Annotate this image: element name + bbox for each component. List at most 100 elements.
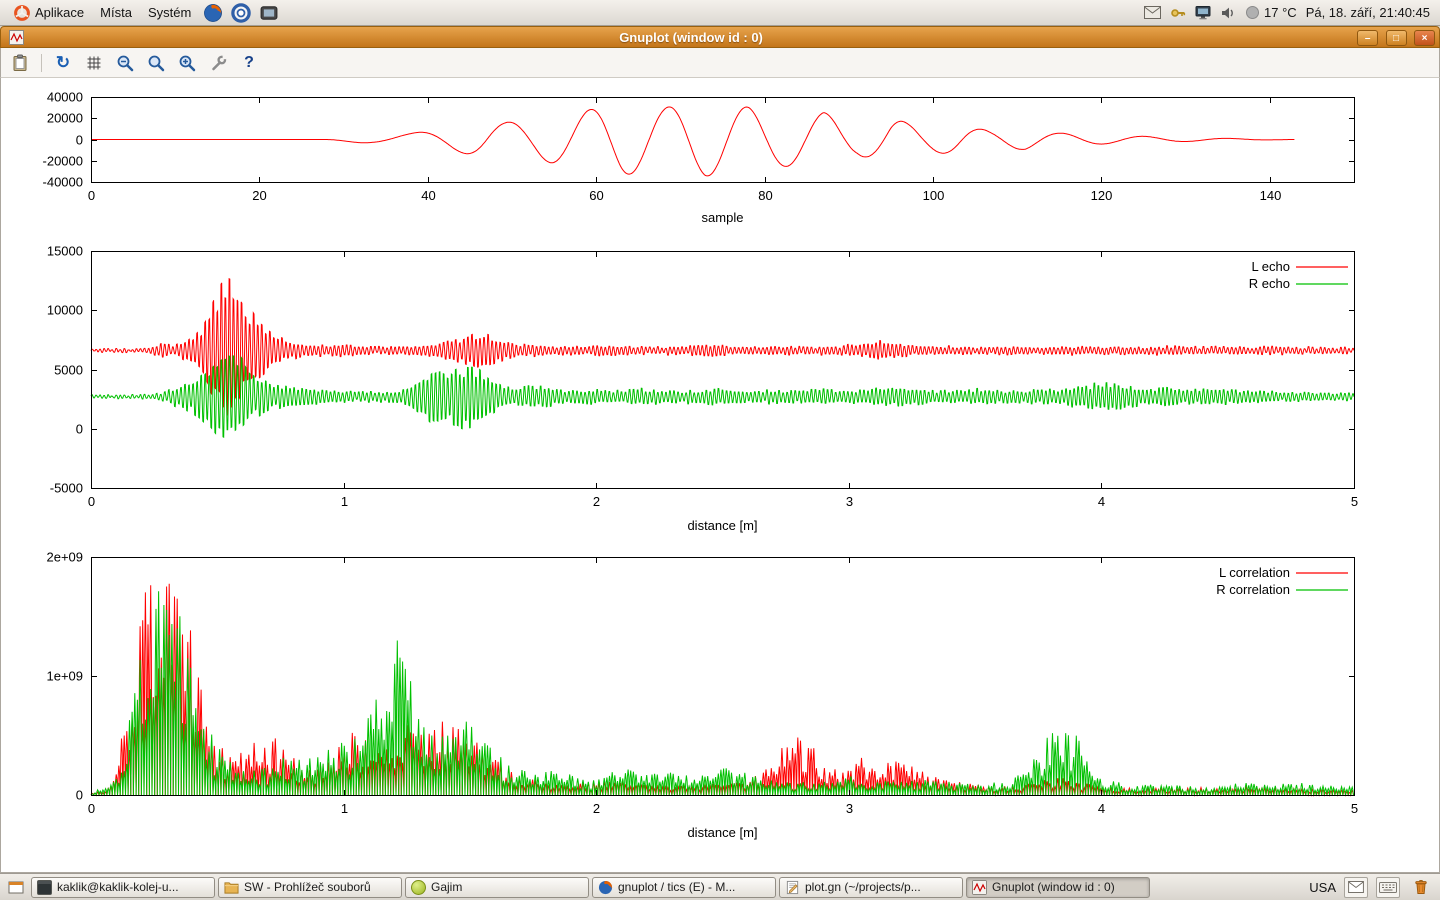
maximize-button[interactable]: □: [1386, 30, 1407, 46]
task-label: SW - Prohlížeč souborů: [244, 880, 371, 894]
svg-text:-20000: -20000: [43, 154, 83, 169]
window-list-icon: [8, 880, 24, 895]
taskbar: kaklik@kaklik-kolej-u... SW - Prohlížeč …: [0, 873, 1440, 900]
clipboard-icon: [11, 54, 29, 72]
svg-text:0: 0: [88, 801, 95, 816]
svg-text:L correlation: L correlation: [1219, 565, 1290, 580]
screenshot-launcher[interactable]: [257, 1, 281, 25]
temperature-label: 17 °C: [1264, 5, 1297, 20]
svg-text:-40000: -40000: [43, 175, 83, 190]
trash-icon: [1411, 877, 1431, 897]
zoom-button[interactable]: [144, 51, 168, 75]
keyboard-tray-item[interactable]: [1376, 877, 1400, 898]
svg-text:distance [m]: distance [m]: [687, 825, 757, 840]
help-lifering-icon: [231, 3, 251, 23]
gajim-icon: [411, 880, 426, 895]
firefox-icon: [203, 3, 223, 23]
svg-text:100: 100: [923, 188, 945, 203]
svg-text:0: 0: [76, 422, 83, 437]
keyboard-layout-indicator[interactable]: USA: [1309, 880, 1336, 895]
svg-text:L echo: L echo: [1251, 259, 1290, 274]
svg-text:80: 80: [758, 188, 772, 203]
gnuplot-icon: [972, 880, 987, 895]
chart-echo-signals[interactable]: 012345150001000050000-5000distance [m]L …: [1, 243, 1440, 543]
copy-to-clipboard-button[interactable]: [8, 51, 32, 75]
svg-text:R correlation: R correlation: [1216, 582, 1290, 597]
svg-text:1: 1: [341, 801, 348, 816]
svg-text:5: 5: [1351, 494, 1358, 509]
chart-correlation[interactable]: 0123452e+091e+090distance [m]L correlati…: [1, 548, 1440, 848]
task-button-text-editor[interactable]: plot.gn (~/projects/p...: [779, 877, 963, 898]
folder-icon: [224, 880, 239, 895]
ubuntu-logo-icon: [14, 5, 30, 21]
minimize-button[interactable]: –: [1357, 30, 1378, 46]
trash-applet[interactable]: [1410, 876, 1432, 898]
zoom-out-icon: [116, 54, 134, 72]
clock-applet[interactable]: Pá, 18. září, 21:40:45: [1306, 5, 1430, 20]
svg-text:60: 60: [589, 188, 603, 203]
text-editor-icon: [785, 880, 800, 895]
volume-applet[interactable]: [1220, 5, 1236, 21]
svg-text:R echo: R echo: [1249, 276, 1290, 291]
svg-text:1e+09: 1e+09: [46, 669, 83, 684]
svg-text:15000: 15000: [47, 244, 83, 259]
mail-tray-item[interactable]: [1344, 877, 1368, 898]
toolbar-separator: [41, 54, 42, 72]
display-applet[interactable]: [1195, 5, 1211, 20]
task-button-terminal[interactable]: kaklik@kaklik-kolej-u...: [31, 877, 215, 898]
mail-icon: [1348, 881, 1364, 893]
svg-text:4: 4: [1098, 801, 1105, 816]
help-button[interactable]: ?: [237, 51, 261, 75]
weather-applet[interactable]: 17 °C: [1245, 5, 1297, 20]
menu-label: Aplikace: [35, 5, 84, 20]
keyring-applet[interactable]: [1170, 5, 1186, 21]
zoom-previous-button[interactable]: [113, 51, 137, 75]
svg-text:3: 3: [846, 494, 853, 509]
question-mark-icon: ?: [244, 55, 254, 71]
task-label: Gajim: [431, 880, 462, 894]
replot-button[interactable]: ↻: [51, 51, 75, 75]
keys-icon: [1170, 5, 1186, 21]
volume-icon: [1220, 5, 1236, 21]
svg-text:2e+09: 2e+09: [46, 550, 83, 565]
toggle-grid-button[interactable]: [82, 51, 106, 75]
task-label: gnuplot / tics (E) - M...: [618, 880, 735, 894]
window-title: Gnuplot (window id : 0): [28, 30, 1354, 45]
task-button-file-manager[interactable]: SW - Prohlížeč souborů: [218, 877, 402, 898]
weather-cloud-icon: [1245, 5, 1260, 20]
display-icon: [1195, 5, 1211, 20]
plot-canvas[interactable]: 02040608010012014040000200000-20000-4000…: [0, 78, 1440, 873]
firefox-launcher[interactable]: [201, 1, 225, 25]
svg-text:4: 4: [1098, 494, 1105, 509]
task-label: Gnuplot (window id : 0): [992, 880, 1115, 894]
configure-plot-button[interactable]: [206, 51, 230, 75]
svg-text:120: 120: [1091, 188, 1113, 203]
zoom-next-button[interactable]: [175, 51, 199, 75]
mail-icon: [1144, 6, 1161, 19]
menu-applications[interactable]: Aplikace: [6, 0, 92, 26]
task-button-gajim[interactable]: Gajim: [405, 877, 589, 898]
magnifier-icon: [147, 54, 165, 72]
svg-text:20: 20: [252, 188, 266, 203]
toolbar: ↻: [0, 48, 1440, 78]
svg-text:3: 3: [846, 801, 853, 816]
chart-excitation-waveform[interactable]: 02040608010012014040000200000-20000-4000…: [1, 88, 1440, 243]
task-button-firefox[interactable]: gnuplot / tics (E) - M...: [592, 877, 776, 898]
menu-places[interactable]: Místa: [92, 0, 140, 26]
top-panel: Aplikace Místa Systém: [0, 0, 1440, 26]
help-launcher[interactable]: [229, 1, 253, 25]
task-button-gnuplot[interactable]: Gnuplot (window id : 0): [966, 877, 1150, 898]
svg-text:5000: 5000: [54, 363, 83, 378]
gnuplot-window: Gnuplot (window id : 0) – □ × ↻: [0, 26, 1440, 873]
menu-system[interactable]: Systém: [140, 0, 199, 26]
titlebar[interactable]: Gnuplot (window id : 0) – □ ×: [0, 26, 1440, 48]
task-label: kaklik@kaklik-kolej-u...: [57, 880, 179, 894]
menu-label: Místa: [100, 5, 132, 20]
svg-text:sample: sample: [702, 210, 744, 225]
close-button[interactable]: ×: [1414, 30, 1435, 46]
svg-text:2: 2: [593, 801, 600, 816]
window-list-grip[interactable]: [6, 877, 26, 897]
svg-text:10000: 10000: [47, 303, 83, 318]
mail-notifier[interactable]: [1144, 6, 1161, 19]
svg-text:1: 1: [341, 494, 348, 509]
